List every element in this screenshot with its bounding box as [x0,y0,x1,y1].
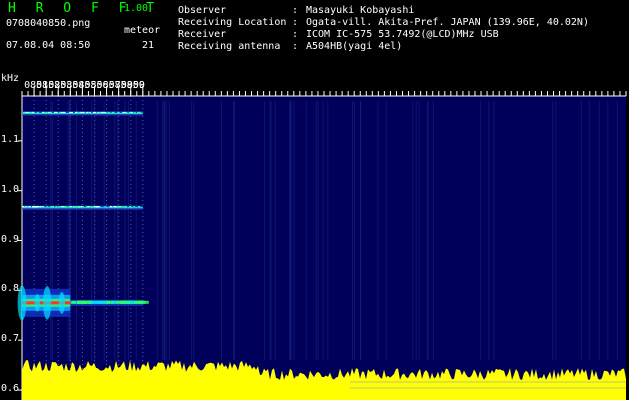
info-value: ICOM IC-575 53.7492(@LCD)MHz USB [306,29,499,40]
y-tick-label: 0.6 [1,383,20,395]
weak-band-speckle [87,300,92,304]
y-tick-label: 1.0 [1,183,20,195]
info-key: Receiving antenna [178,41,281,52]
info-value: Ogata-vill. Akita-Pref. JAPAN (139.96E, … [306,17,589,28]
file-name: 0708040850.png [6,18,91,29]
meteor-burst [34,294,41,312]
y-tick-label: 0.9 [1,233,20,245]
info-colon: : [292,17,299,28]
info-row-antenna: Receiving antenna: A504HB(yagi 4el) [178,41,589,53]
x-tick-label: 0900 [120,80,145,91]
meteor-count: 21 [141,40,154,51]
meteor-burst [43,285,52,320]
y-tick-label: 0.7 [1,333,20,345]
spectrogram [17,86,627,400]
date-time: 07.08.04 08:50 [6,40,91,51]
info-colon: : [292,29,299,40]
info-key: Receiving Location [178,17,287,28]
info-colon: : [292,41,299,52]
app-version: 1.00 [124,3,149,14]
weak-band-speckle [121,300,131,304]
info-row-location: Receiving Location: Ogata-vill. Akita-Pre… [178,17,589,29]
weak-band-speckle [99,300,108,304]
info-key: Receiver [178,29,227,40]
weak-band-speckle [136,300,143,304]
weak-band-speckle [77,300,84,304]
spectrogram-plot: kHz 0851 0852 0853 0854 0855 0856 0857 0858 0859… [0,72,629,400]
spectrogram-background [22,96,626,400]
info-key: Observer [178,5,227,16]
header: H R O F F T 1.00 0708040850.png 07.08.04… [0,0,629,72]
y-tick-label: 0.8 [1,283,20,295]
info-row-receiver: Receiver: ICOM IC-575 53.7492(@LCD)MHz US… [178,29,589,41]
y-axis-unit: kHz [1,73,20,84]
meteor-label: meteor [124,25,161,36]
y-tick-label: 1.1 [1,133,20,145]
info-row-observer: Observer: Masayuki Kobayashi [178,5,589,17]
weak-band-speckle [71,300,76,304]
info-value: Masayuki Kobayashi [306,5,415,16]
meteor-burst [58,291,65,314]
info-value: A504HB(yagi 4el) [306,41,403,52]
station-info: Observer: Masayuki Kobayashi Receiving Lo… [178,5,589,53]
info-colon: : [292,5,299,16]
